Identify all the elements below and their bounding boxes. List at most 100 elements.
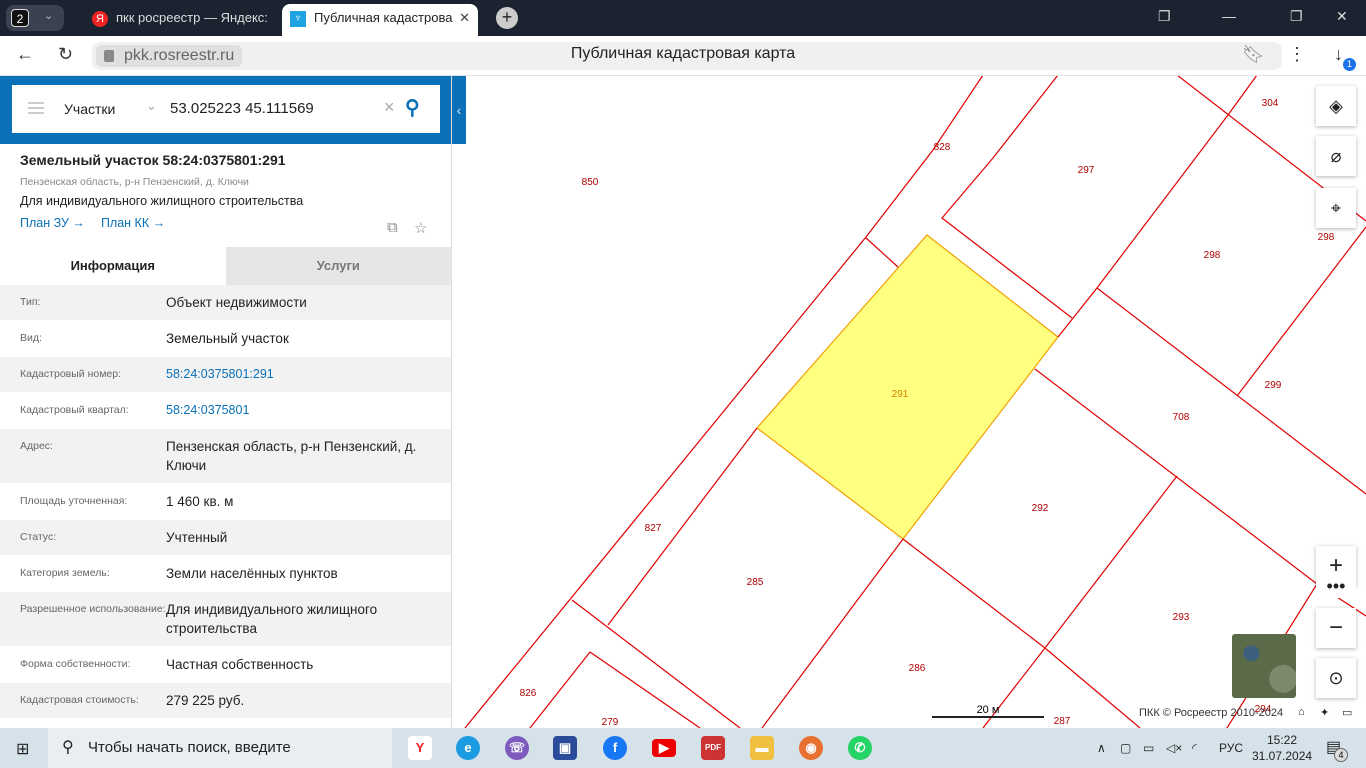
- info-key: Тип:: [20, 296, 41, 308]
- scale-bar: 20 м: [932, 704, 1044, 718]
- parcel-label[interactable]: 828: [934, 142, 951, 153]
- parcel-label[interactable]: 279: [602, 717, 619, 728]
- map-canvas[interactable]: 850 828 297 304 298 298 291 708 299 292 827 285 293 2…: [452, 76, 1366, 728]
- edge-icon[interactable]: e: [456, 736, 480, 760]
- search-type-select[interactable]: Участки: [64, 101, 115, 117]
- file-explorer-icon[interactable]: ▬: [750, 736, 774, 760]
- info-key: Разрешенное использование:: [20, 603, 166, 615]
- taskbar-search[interactable]: ⚲ Чтобы начать поиск, введите: [48, 728, 392, 768]
- ruler-button[interactable]: ⌀: [1316, 136, 1356, 176]
- search-input[interactable]: 53.025223 45.111569: [170, 100, 314, 117]
- minimize-button[interactable]: —: [1222, 8, 1236, 24]
- object-title: Земельный участок 58:24:0375801:291: [20, 152, 286, 168]
- parcel-label[interactable]: 291: [892, 389, 909, 400]
- camera-icon[interactable]: ▢: [1120, 728, 1131, 768]
- cadastral-map: 850 828 297 304 298 298 291 708 299 292 827 285 293 2…: [464, 76, 1366, 728]
- parcel-label[interactable]: 286: [909, 663, 926, 674]
- info-key: дата определения:: [20, 719, 166, 728]
- close-tab-icon[interactable]: ✕: [459, 4, 470, 32]
- home-icon[interactable]: ⌂: [1298, 706, 1305, 718]
- plan-kk-link[interactable]: План КК →: [101, 216, 165, 230]
- info-panel: Участки ⌄ 53.025223 45.111569 × ⚲ Земель…: [0, 76, 452, 728]
- close-window-button[interactable]: ✕: [1336, 8, 1348, 25]
- collections-icon[interactable]: ❐: [1158, 8, 1171, 25]
- clear-icon[interactable]: ×: [384, 97, 395, 118]
- info-row: Категория земель: Земли населённых пункто…: [0, 556, 451, 592]
- info-row: Тип: Объект недвижимости: [0, 285, 451, 321]
- satellite-basemap-toggle[interactable]: [1232, 634, 1296, 698]
- parcel-label[interactable]: 298: [1204, 250, 1221, 261]
- tab-services[interactable]: Услуги: [225, 247, 451, 285]
- maximize-button[interactable]: ❐: [1290, 8, 1303, 25]
- coordinates-icon[interactable]: ✦: [1320, 706, 1329, 719]
- url-field[interactable]: pkk.rosreestr.ru: [92, 42, 1282, 70]
- parcel-label[interactable]: 299: [1265, 380, 1282, 391]
- tray-chevron-icon[interactable]: ∧: [1097, 728, 1106, 768]
- windows-start-icon[interactable]: ⊞: [16, 739, 29, 759]
- tab-counter-button[interactable]: 2 ⌄: [6, 5, 64, 31]
- parcel-label[interactable]: 708: [1173, 412, 1190, 423]
- more-icon[interactable]: •••: [1316, 577, 1356, 598]
- save-app-icon[interactable]: ▣: [553, 736, 577, 760]
- parcel-label[interactable]: 827: [645, 523, 662, 534]
- bookmark-icon[interactable]: 🔖︎: [1242, 44, 1265, 65]
- info-key: Площадь уточненная:: [20, 495, 128, 507]
- tab-pkk[interactable]: ♆ Публичная кадастрова ✕: [282, 4, 478, 36]
- reload-icon[interactable]: ↻: [58, 44, 73, 65]
- pdf-icon[interactable]: PDF: [701, 736, 725, 760]
- layers-button[interactable]: ◈: [1316, 86, 1356, 126]
- downloads-icon[interactable]: ↓: [1334, 44, 1343, 65]
- tab-yandex[interactable]: Япкк росреестр — Яндекс:: [84, 4, 270, 36]
- yandex-browser-icon[interactable]: Y: [408, 736, 432, 760]
- parcel-label[interactable]: 292: [1032, 503, 1049, 514]
- chevron-down-icon[interactable]: ⌄: [146, 98, 157, 114]
- facebook-icon[interactable]: f: [603, 736, 627, 760]
- time: 15:22: [1266, 733, 1298, 747]
- parcel-label[interactable]: 850: [582, 177, 599, 188]
- compass-button[interactable]: ⊙: [1316, 658, 1356, 698]
- parcel-label[interactable]: 293: [1173, 612, 1190, 623]
- clock[interactable]: 15:22 31.07.2024: [1252, 728, 1312, 768]
- search-icon[interactable]: ⚲: [405, 95, 420, 120]
- tab-info[interactable]: Информация: [0, 247, 226, 285]
- search-box: Участки ⌄ 53.025223 45.111569 × ⚲: [12, 85, 440, 133]
- hamburger-menu-icon[interactable]: [28, 102, 44, 114]
- parcel-label[interactable]: 304: [1262, 98, 1279, 109]
- zoom-to-object-icon[interactable]: ⧉: [387, 219, 398, 236]
- info-value: Частная собственность: [166, 657, 314, 672]
- language-indicator[interactable]: РУС: [1219, 728, 1243, 768]
- info-value: Учтенный: [166, 530, 228, 545]
- eye-app-icon[interactable]: ◉: [799, 736, 823, 760]
- back-icon[interactable]: ←: [16, 44, 34, 65]
- whatsapp-icon[interactable]: ✆: [848, 736, 872, 760]
- new-tab-button[interactable]: +: [496, 7, 518, 29]
- info-row: Адрес: Пензенская область, р-н Пензенский…: [0, 429, 451, 484]
- youtube-icon[interactable]: ▶: [652, 739, 676, 757]
- notification-count: 4: [1334, 748, 1348, 762]
- parcel-label[interactable]: 826: [520, 688, 537, 699]
- favorite-star-icon[interactable]: ☆: [414, 219, 427, 237]
- tab-label: пкк росреестр — Яндекс:: [116, 10, 268, 25]
- locate-button[interactable]: ⌖: [1316, 188, 1356, 228]
- fullscreen-icon[interactable]: ▭: [1342, 706, 1352, 719]
- tab-count: 2: [11, 9, 29, 27]
- battery-icon[interactable]: ▭: [1143, 728, 1154, 768]
- info-value: Пензенская область, р-н Пензенский, д. К…: [166, 439, 417, 473]
- parcel-label[interactable]: 297: [1078, 165, 1095, 176]
- info-value[interactable]: 58:24:0375801: [166, 393, 431, 428]
- zoom-out-button[interactable]: −: [1316, 608, 1356, 648]
- parcel-label[interactable]: 287: [1054, 716, 1071, 727]
- parcel-label[interactable]: 298: [1318, 232, 1335, 243]
- plan-zu-link[interactable]: План ЗУ →: [20, 216, 85, 230]
- volume-muted-icon[interactable]: ◁×: [1166, 728, 1182, 768]
- boundary: [1236, 226, 1366, 397]
- collapse-panel-button[interactable]: ‹: [452, 76, 466, 144]
- info-value: 279 225 руб.: [166, 693, 245, 708]
- info-value[interactable]: 58:24:0375801:291: [166, 357, 431, 392]
- menu-icon[interactable]: ⋮: [1288, 44, 1306, 65]
- wifi-icon[interactable]: ◜: [1192, 728, 1197, 768]
- boundary: [607, 427, 758, 626]
- object-use: Для индивидуального жилищного строительс…: [20, 194, 304, 208]
- parcel-label[interactable]: 285: [747, 577, 764, 588]
- viber-icon[interactable]: ☏: [505, 736, 529, 760]
